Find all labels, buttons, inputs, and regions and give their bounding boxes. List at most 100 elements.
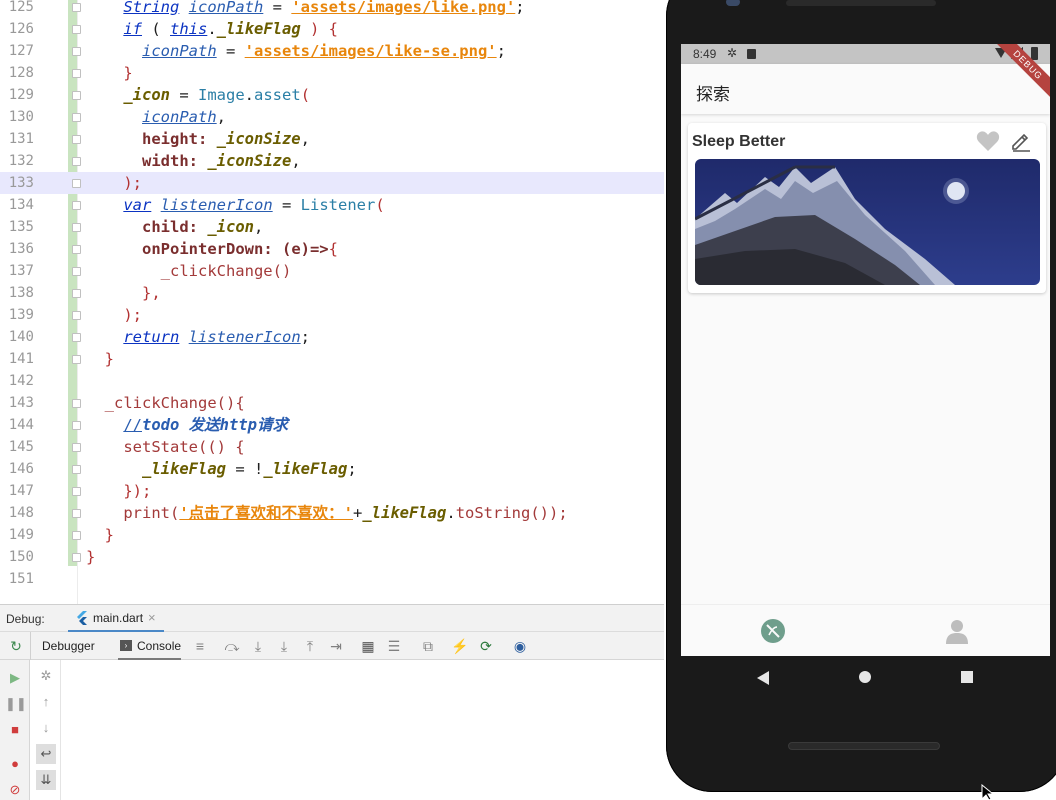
- fold-marker-icon[interactable]: [72, 223, 81, 232]
- step-into-icon[interactable]: ⤓: [248, 632, 268, 660]
- line-number: 125: [8, 0, 34, 15]
- settings-icon[interactable]: ✲: [36, 666, 56, 686]
- fold-marker-icon[interactable]: [72, 509, 81, 518]
- code-line[interactable]: 130 iconPath,: [0, 106, 664, 128]
- fold-marker-icon[interactable]: [72, 25, 81, 34]
- code-line[interactable]: 138 },: [0, 282, 664, 304]
- step-out-icon[interactable]: ⤒: [300, 632, 320, 660]
- fold-marker-icon[interactable]: [72, 421, 81, 430]
- fold-marker-icon[interactable]: [72, 47, 81, 56]
- fold-marker-icon[interactable]: [72, 355, 81, 364]
- fold-marker-icon[interactable]: [72, 179, 81, 188]
- rerun-icon[interactable]: ↻: [6, 632, 26, 660]
- code-line[interactable]: 151: [0, 568, 664, 590]
- profile-nav-icon[interactable]: [945, 618, 969, 644]
- code-line[interactable]: 134 var listenerIcon = Listener(: [0, 194, 664, 216]
- hot-restart-icon[interactable]: ⟳: [476, 632, 496, 660]
- edit-pencil-icon[interactable]: [1010, 130, 1032, 152]
- evaluate-icon[interactable]: ▦: [358, 632, 378, 660]
- run-to-cursor-icon[interactable]: ⇥: [326, 632, 346, 660]
- code-token: );: [123, 306, 142, 324]
- code-line[interactable]: 139 );: [0, 304, 664, 326]
- tab-debugger[interactable]: Debugger: [42, 632, 95, 660]
- code-line[interactable]: 144 //todo 发送http请求: [0, 414, 664, 436]
- pause-icon[interactable]: ❚❚: [5, 694, 27, 714]
- code-line[interactable]: 126 if ( this._likeFlag ) {: [0, 18, 664, 40]
- resume-icon[interactable]: ▶: [5, 668, 25, 688]
- fold-marker-icon[interactable]: [72, 487, 81, 496]
- explore-nav-icon[interactable]: [760, 618, 786, 644]
- view-breakpoints-icon[interactable]: ●: [5, 754, 25, 774]
- code-line[interactable]: 141 }: [0, 348, 664, 370]
- scroll-up-icon[interactable]: ↑: [36, 692, 56, 712]
- close-tab-icon[interactable]: ×: [148, 610, 156, 625]
- code-line[interactable]: 129 _icon = Image.asset(: [0, 84, 664, 106]
- debug-session-tab[interactable]: main.dart ×: [68, 605, 164, 633]
- back-icon[interactable]: [756, 670, 770, 686]
- code-line[interactable]: 125 String iconPath = 'assets/images/lik…: [0, 0, 664, 18]
- code-line[interactable]: 147 });: [0, 480, 664, 502]
- code-editor[interactable]: 125 String iconPath = 'assets/images/lik…: [0, 0, 664, 604]
- restore-layout-icon[interactable]: ⧉: [418, 632, 438, 660]
- hot-reload-icon[interactable]: ⚡: [450, 632, 470, 660]
- app-screen[interactable]: 8:49 ✲ 探索 DEBUG Sleep Better: [681, 44, 1050, 656]
- fold-marker-icon[interactable]: [72, 69, 81, 78]
- phone-chin-bar: [788, 742, 940, 750]
- soft-wrap-icon[interactable]: ↩: [36, 744, 56, 764]
- scroll-to-end-icon[interactable]: ⇊: [36, 770, 56, 790]
- code-line[interactable]: 127 iconPath = 'assets/images/like-se.pn…: [0, 40, 664, 62]
- console-output[interactable]: ✲ ↑ ↓ ↩ ⇊: [30, 660, 664, 800]
- home-icon[interactable]: [858, 670, 872, 684]
- stop-icon[interactable]: ■: [5, 720, 25, 740]
- code-line[interactable]: 140 return listenerIcon;: [0, 326, 664, 348]
- code-line[interactable]: 146 _likeFlag = !_likeFlag;: [0, 458, 664, 480]
- fold-marker-icon[interactable]: [72, 465, 81, 474]
- fold-marker-icon[interactable]: [72, 245, 81, 254]
- content-card[interactable]: Sleep Better: [688, 123, 1046, 293]
- fold-marker-icon[interactable]: [72, 311, 81, 320]
- code-line[interactable]: 142: [0, 370, 664, 392]
- code-line[interactable]: 150}: [0, 546, 664, 568]
- fold-marker-icon[interactable]: [72, 531, 81, 540]
- fold-marker-icon[interactable]: [72, 3, 81, 12]
- fold-marker-icon[interactable]: [72, 267, 81, 276]
- like-heart-icon[interactable]: [976, 130, 1000, 152]
- dart-devtools-icon[interactable]: ◉: [510, 632, 530, 660]
- menu-icon[interactable]: ≡: [190, 632, 210, 660]
- fold-marker-icon[interactable]: [72, 113, 81, 122]
- code-token: String: [123, 0, 180, 16]
- code-line[interactable]: 132 width: _iconSize,: [0, 150, 664, 172]
- code-line[interactable]: 136 onPointerDown: (e)=>{: [0, 238, 664, 260]
- force-step-into-icon[interactable]: ⤓: [274, 632, 294, 660]
- fold-marker-icon[interactable]: [72, 135, 81, 144]
- tab-console-label: Console: [137, 639, 182, 653]
- code-line[interactable]: 135 child: _icon,: [0, 216, 664, 238]
- recents-icon[interactable]: [960, 670, 974, 684]
- code-line[interactable]: 145 setState(() {: [0, 436, 664, 458]
- code-line[interactable]: 133 );: [0, 172, 664, 194]
- fold-marker-icon[interactable]: [72, 399, 81, 408]
- code-token: ;: [515, 0, 525, 16]
- trace-icon[interactable]: ☰: [384, 632, 404, 660]
- line-number: 139: [8, 307, 34, 323]
- mute-breakpoints-icon[interactable]: ⊘: [5, 780, 25, 800]
- fold-marker-icon[interactable]: [72, 553, 81, 562]
- code-line[interactable]: 149 }: [0, 524, 664, 546]
- code-token: Image: [198, 86, 245, 104]
- fold-marker-icon[interactable]: [72, 333, 81, 342]
- tab-console[interactable]: › Console: [118, 632, 182, 660]
- code-line[interactable]: 137 _clickChange(): [0, 260, 664, 282]
- scroll-down-icon[interactable]: ↓: [36, 718, 56, 738]
- code-line[interactable]: 128 }: [0, 62, 664, 84]
- fold-marker-icon[interactable]: [72, 201, 81, 210]
- code-line[interactable]: 143 _clickChange(){: [0, 392, 664, 414]
- code-token: _iconSize: [216, 130, 301, 148]
- step-over-icon[interactable]: ⤼: [222, 632, 242, 660]
- fold-marker-icon[interactable]: [72, 91, 81, 100]
- fold-marker-icon[interactable]: [72, 443, 81, 452]
- fold-marker-icon[interactable]: [72, 157, 81, 166]
- code-line[interactable]: 148 print('点击了喜欢和不喜欢：'+_likeFlag.toStrin…: [0, 502, 664, 524]
- code-line[interactable]: 131 height: _iconSize,: [0, 128, 664, 150]
- fold-marker-icon[interactable]: [72, 289, 81, 298]
